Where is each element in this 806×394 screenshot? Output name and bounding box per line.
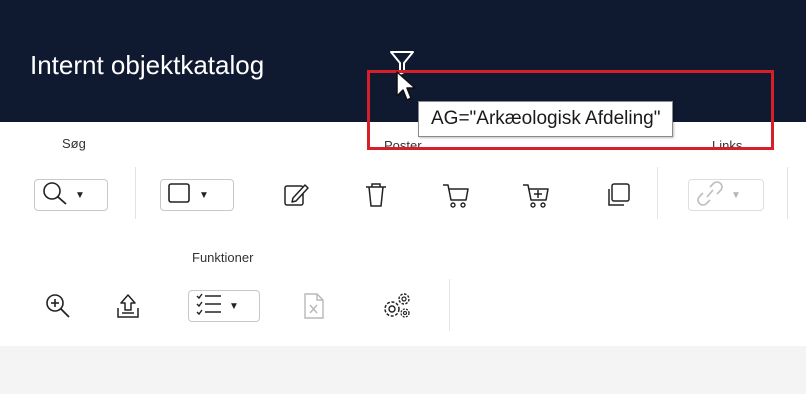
content-area: [0, 346, 806, 394]
select-records-dropdown[interactable]: ▼: [160, 179, 234, 211]
ribbon-toolbar: Søg Poster Links Funktioner ▼ ▼ ▼ ▼: [0, 122, 806, 346]
delete-icon[interactable]: [358, 179, 394, 211]
chevron-down-icon: ▼: [229, 300, 239, 312]
search-icon: [41, 180, 69, 211]
separator: [787, 167, 788, 219]
search-dropdown[interactable]: ▼: [34, 179, 108, 211]
separator: [657, 167, 658, 219]
chevron-down-icon: ▼: [731, 189, 741, 201]
chevron-down-icon: ▼: [75, 189, 85, 201]
page-title: Internt objektkatalog: [30, 50, 265, 80]
checklist-icon: [195, 291, 223, 322]
checklist-dropdown[interactable]: ▼: [188, 290, 260, 322]
edit-icon[interactable]: [278, 179, 314, 211]
export-icon[interactable]: [110, 290, 146, 322]
highlight-box: [367, 70, 774, 150]
group-label-functions: Funktioner: [192, 250, 254, 265]
zoom-in-icon[interactable]: [40, 290, 76, 322]
separator: [135, 167, 136, 219]
separator: [449, 279, 450, 331]
links-dropdown: ▼: [688, 179, 764, 211]
chevron-down-icon: ▼: [199, 189, 209, 201]
checkbox-select-icon: [167, 181, 193, 210]
excel-icon: [296, 290, 332, 322]
cart-add-icon[interactable]: [518, 179, 554, 211]
group-label-search: Søg: [62, 136, 86, 151]
copy-icon[interactable]: [600, 179, 636, 211]
mouse-cursor-icon: [395, 70, 421, 104]
settings-icon[interactable]: [378, 290, 414, 322]
cart-icon[interactable]: [438, 179, 474, 211]
link-icon: [695, 180, 725, 211]
